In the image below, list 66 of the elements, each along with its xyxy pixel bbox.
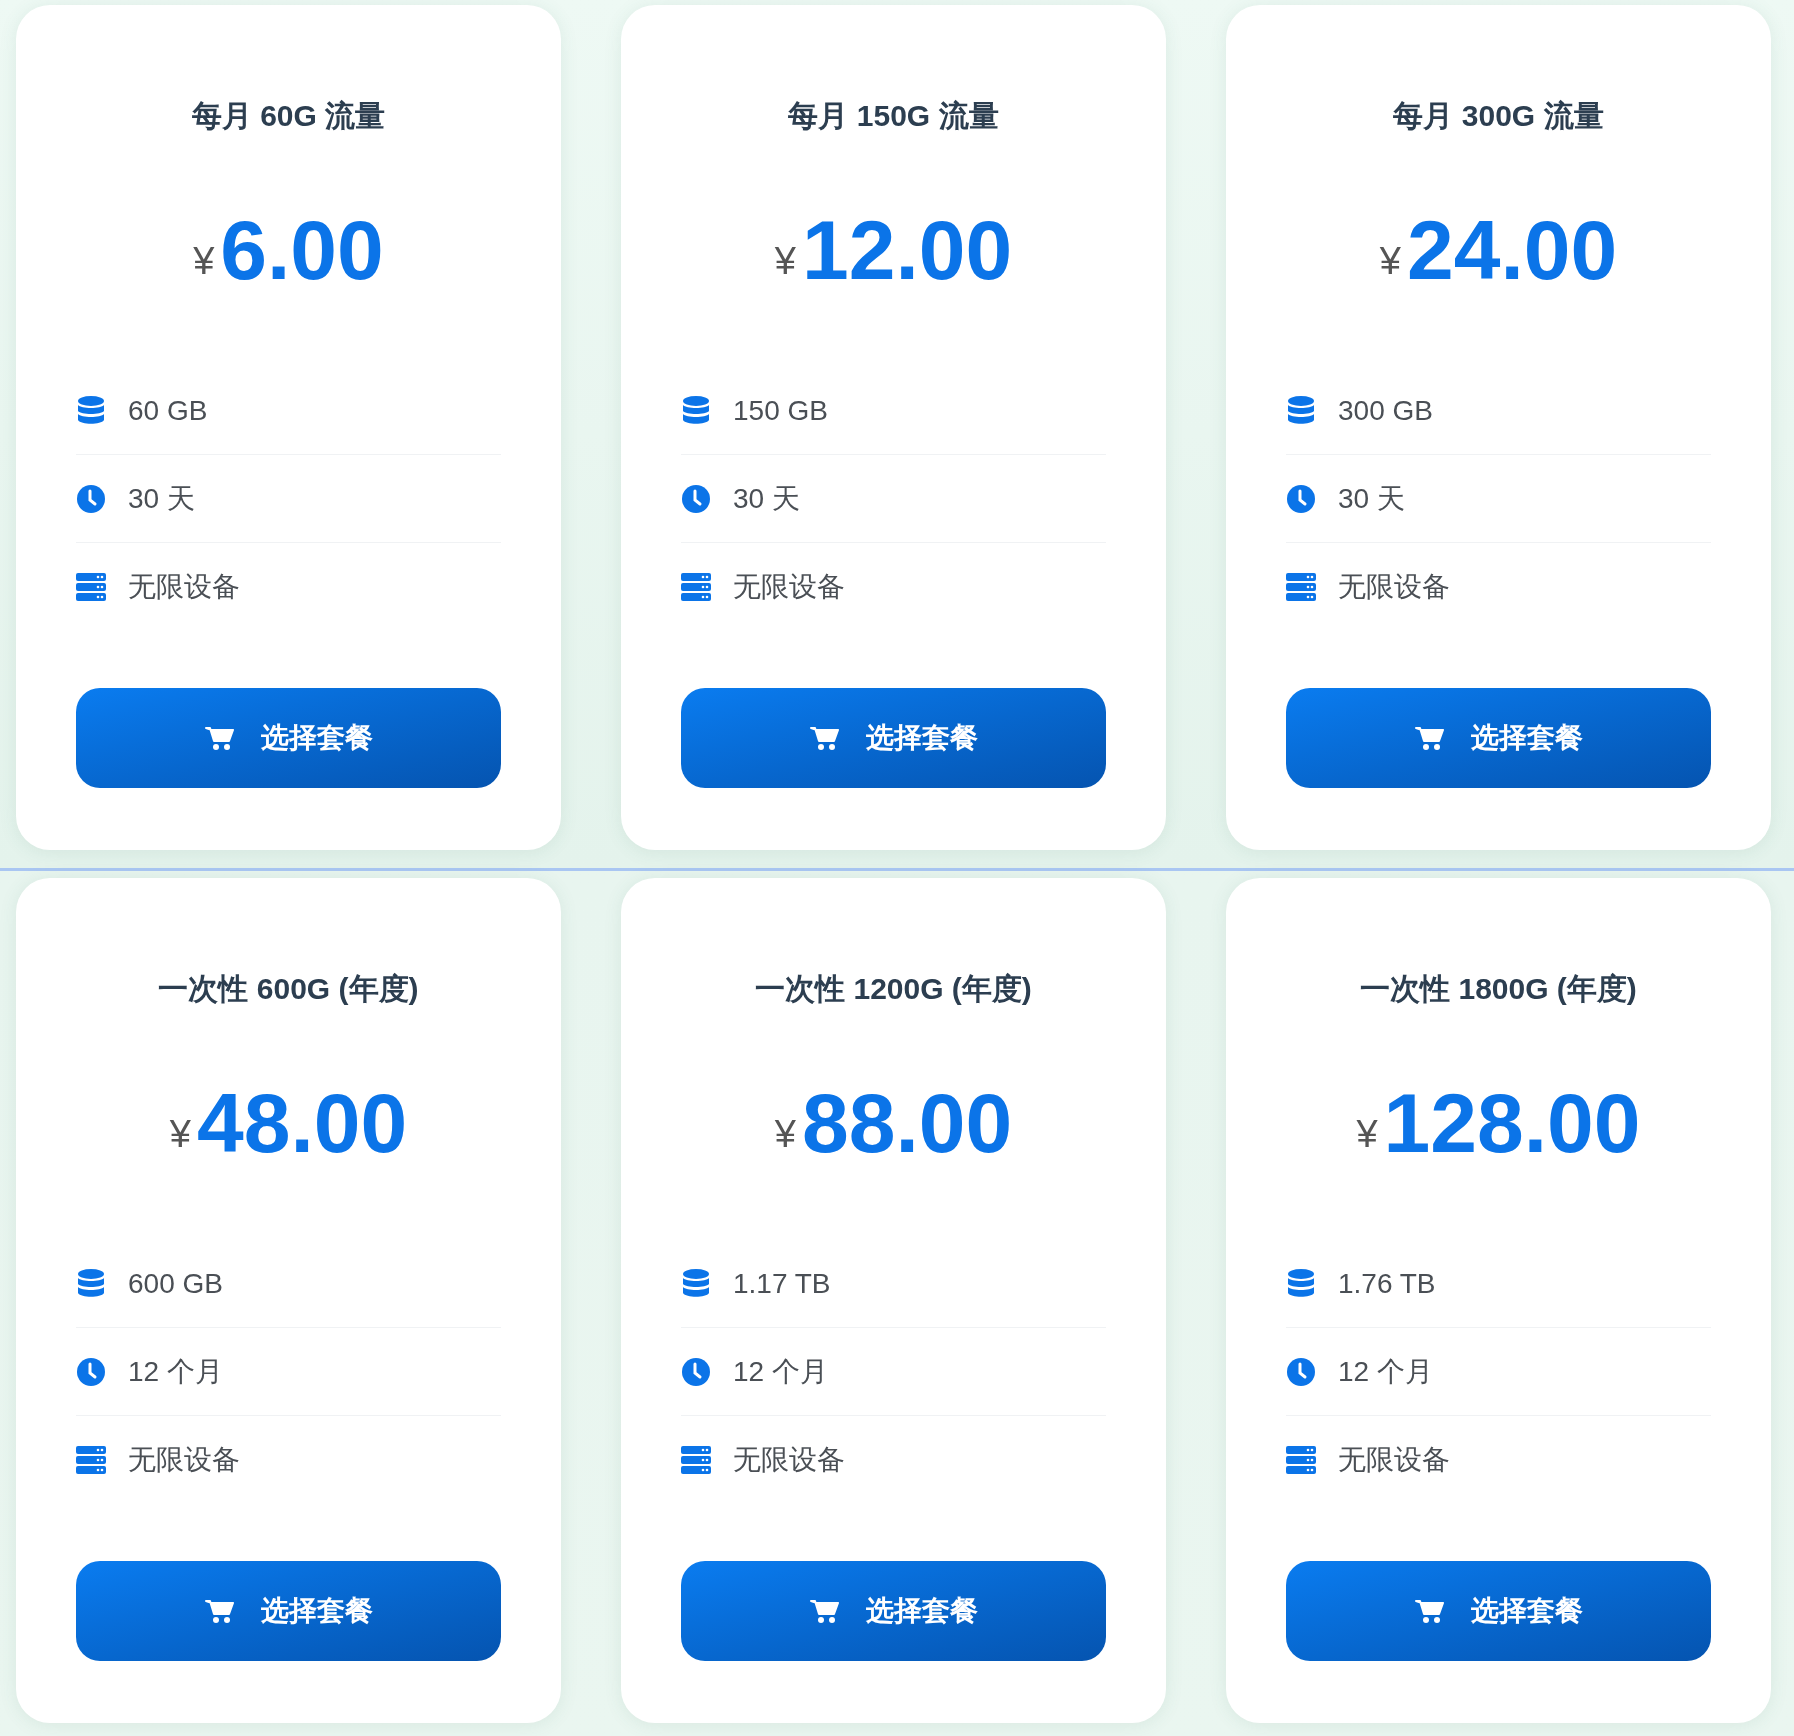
feature-text: 30 天	[733, 481, 800, 516]
feature-text: 12 个月	[128, 1354, 223, 1389]
select-plan-button[interactable]: 选择套餐	[681, 688, 1106, 788]
price: 12.00	[801, 208, 1013, 292]
feature-text: 无限设备	[1338, 570, 1450, 604]
select-plan-button[interactable]: 选择套餐	[1286, 1561, 1711, 1661]
select-plan-button[interactable]: 选择套餐	[681, 1561, 1106, 1661]
server-icon	[76, 573, 106, 601]
currency-symbol: ¥	[774, 238, 796, 284]
database-icon	[682, 395, 710, 426]
clock-icon	[681, 1356, 711, 1387]
cart-icon	[809, 1598, 840, 1624]
plan-title: 每月 150G 流量	[787, 98, 1000, 134]
feature-text: 300 GB	[1338, 393, 1433, 428]
server-icon	[1286, 573, 1316, 601]
feature-text: 无限设备	[733, 570, 845, 604]
currency-symbol: ¥	[1379, 238, 1401, 284]
plan-title: 每月 300G 流量	[1392, 98, 1605, 134]
feature-text: 150 GB	[733, 393, 828, 428]
feature-text: 无限设备	[128, 1443, 240, 1477]
plan-title: 每月 60G 流量	[190, 98, 387, 134]
feature-text: 1.17 TB	[733, 1266, 831, 1301]
select-plan-button[interactable]: 选择套餐	[76, 1561, 501, 1661]
database-icon	[77, 395, 105, 426]
cart-icon	[1414, 725, 1445, 751]
feature-text: 12 个月	[1338, 1354, 1433, 1389]
database-icon	[682, 1268, 710, 1299]
price: 6.00	[220, 208, 384, 292]
cart-icon	[204, 725, 235, 751]
select-plan-button[interactable]: 选择套餐	[76, 688, 501, 788]
price: 88.00	[801, 1081, 1013, 1165]
server-icon	[681, 573, 711, 601]
clock-icon	[681, 483, 711, 514]
server-icon	[76, 1446, 106, 1474]
cart-icon	[809, 725, 840, 751]
feature-text: 12 个月	[733, 1354, 828, 1389]
price: 128.00	[1383, 1081, 1641, 1165]
clock-icon	[1286, 1356, 1316, 1387]
price: 24.00	[1406, 208, 1618, 292]
select-plan-button[interactable]: 选择套餐	[1286, 688, 1711, 788]
plan-title: 一次性 600G (年度)	[157, 971, 420, 1007]
server-icon	[1286, 1446, 1316, 1474]
feature-text: 600 GB	[128, 1266, 223, 1301]
currency-symbol: ¥	[193, 238, 215, 284]
cart-icon	[204, 1598, 235, 1624]
feature-text: 1.76 TB	[1338, 1266, 1436, 1301]
feature-text: 无限设备	[128, 570, 240, 604]
database-icon	[1287, 395, 1315, 426]
cart-icon	[1414, 1598, 1445, 1624]
feature-text: 60 GB	[128, 393, 208, 428]
currency-symbol: ¥	[169, 1111, 191, 1157]
feature-text: 无限设备	[1338, 1443, 1450, 1477]
feature-text: 30 天	[128, 481, 195, 516]
price: 48.00	[196, 1081, 408, 1165]
plan-title: 一次性 1200G (年度)	[754, 971, 1033, 1007]
database-icon	[1287, 1268, 1315, 1299]
feature-text: 无限设备	[733, 1443, 845, 1477]
currency-symbol: ¥	[1356, 1111, 1378, 1157]
database-icon	[77, 1268, 105, 1299]
server-icon	[681, 1446, 711, 1474]
plan-title: 一次性 1800G (年度)	[1359, 971, 1638, 1007]
clock-icon	[76, 1356, 106, 1387]
clock-icon	[76, 483, 106, 514]
feature-text: 30 天	[1338, 481, 1405, 516]
currency-symbol: ¥	[774, 1111, 796, 1157]
clock-icon	[1286, 483, 1316, 514]
